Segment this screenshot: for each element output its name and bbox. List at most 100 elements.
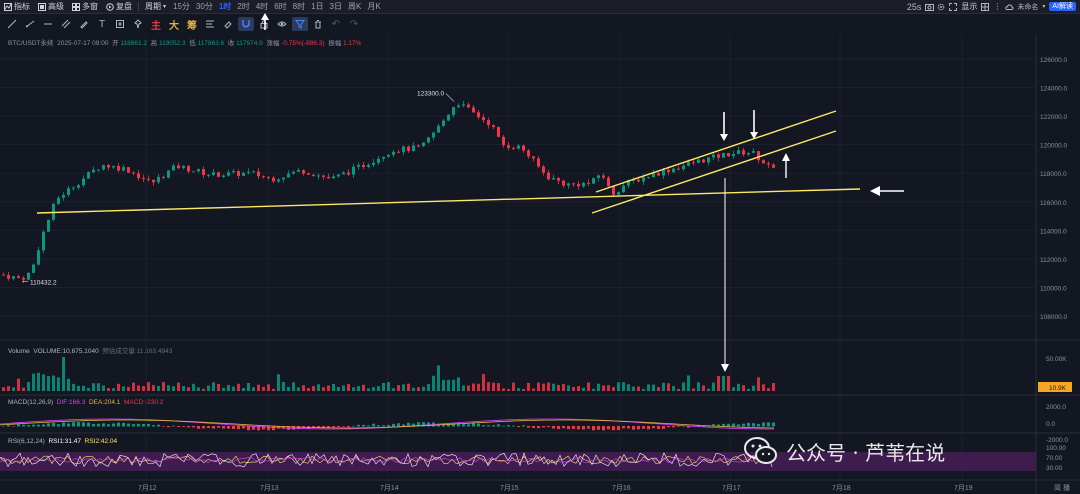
macd-histogram-bar bbox=[227, 426, 230, 429]
macd-histogram-bar bbox=[187, 426, 190, 428]
macd-histogram-bar bbox=[207, 426, 210, 428]
volume-bar bbox=[317, 384, 320, 391]
macd-histogram-bar bbox=[487, 425, 490, 427]
macd-histogram-bar bbox=[732, 423, 735, 427]
candle-body bbox=[667, 169, 670, 173]
volume-bar bbox=[767, 388, 770, 391]
candle-body bbox=[717, 154, 720, 158]
volume-bar bbox=[287, 386, 290, 391]
chart-canvas[interactable]: 126000.0 124000.0 122000.0 120000.0 118000.0… bbox=[0, 0, 1080, 494]
candle-body bbox=[347, 172, 350, 175]
macd-label: MACD(12,26,9) bbox=[8, 399, 54, 406]
macd-histogram-bar bbox=[27, 425, 30, 427]
volume-bar bbox=[302, 385, 305, 391]
candle-body bbox=[722, 152, 725, 158]
volume-bar bbox=[547, 382, 550, 391]
macd-histogram-bar bbox=[677, 426, 680, 427]
macd-histogram-bar bbox=[37, 424, 40, 427]
candle-body bbox=[247, 171, 250, 173]
candle-body bbox=[177, 165, 180, 169]
main-legend: BTC/USDT永续 2025-07-17 09:00 开 118861.2 高… bbox=[8, 37, 361, 47]
candle-body bbox=[22, 277, 25, 280]
candle-body bbox=[132, 172, 135, 174]
candle-body bbox=[607, 177, 610, 187]
volume-bar bbox=[247, 382, 250, 391]
support-trendline bbox=[36, 188, 861, 214]
volume-bar bbox=[202, 388, 205, 391]
macd-histogram-bar bbox=[517, 426, 520, 428]
candle-body bbox=[142, 178, 145, 180]
macd-histogram-bar bbox=[142, 424, 145, 427]
candle-body bbox=[502, 136, 505, 146]
volume-bar bbox=[637, 386, 640, 391]
macd-histogram-bar bbox=[97, 423, 100, 427]
macd-histogram-bar bbox=[2, 425, 5, 427]
macd-histogram-bar bbox=[122, 422, 125, 427]
macd-histogram-bar bbox=[587, 426, 590, 429]
candle-body bbox=[497, 126, 500, 137]
volume-bar bbox=[282, 382, 285, 391]
macd-histogram-bar bbox=[92, 423, 95, 427]
volume-bar bbox=[127, 386, 130, 391]
volume-bar bbox=[82, 385, 85, 391]
macd-histogram-bar bbox=[557, 426, 560, 430]
volume-bar bbox=[132, 382, 135, 391]
macd-histogram-bar bbox=[562, 426, 565, 429]
candle-body bbox=[222, 175, 225, 177]
candle-body bbox=[172, 165, 175, 171]
price-tick-label: 112000.0 bbox=[1040, 257, 1067, 264]
candle-body bbox=[37, 250, 40, 265]
volume-bar bbox=[592, 388, 595, 391]
volume-axis-label: 50.00K bbox=[1046, 356, 1067, 363]
macd-histogram-bar bbox=[737, 424, 740, 427]
candle-body bbox=[652, 173, 655, 178]
legend-amplitude-label: 振幅 bbox=[328, 40, 342, 47]
macd-histogram-bar bbox=[372, 423, 375, 427]
macd-histogram-bar bbox=[632, 426, 635, 430]
macd-histogram-bar bbox=[107, 424, 110, 427]
macd-histogram-bar bbox=[757, 423, 760, 427]
candle-body bbox=[342, 172, 345, 175]
volume-value: VOLUME:10,875.1040 bbox=[33, 348, 99, 355]
volume-bar bbox=[682, 382, 685, 391]
volume-bar bbox=[72, 383, 75, 391]
macd-histogram-bar bbox=[342, 426, 345, 427]
candle-body bbox=[57, 197, 60, 204]
watermark-text: 公众号 · 芦苇在说 bbox=[786, 440, 946, 465]
candle-body bbox=[317, 175, 320, 177]
volume-bar bbox=[687, 375, 690, 391]
volume-bar bbox=[22, 387, 25, 391]
volume-bar bbox=[532, 388, 535, 391]
macd-histogram-bar bbox=[82, 422, 85, 427]
candle-body bbox=[587, 182, 590, 184]
candle-body bbox=[682, 165, 685, 170]
candle-body bbox=[257, 171, 260, 177]
candle-body bbox=[427, 137, 430, 143]
macd-histogram-bar bbox=[742, 423, 745, 427]
volume-bar bbox=[42, 374, 45, 391]
macd-histogram-bar bbox=[232, 426, 235, 430]
macd-histogram-bar bbox=[662, 426, 665, 429]
volume-bar bbox=[627, 384, 630, 391]
macd-histogram-bar bbox=[242, 426, 245, 429]
volume-bar bbox=[747, 388, 750, 391]
candle-body bbox=[762, 160, 765, 164]
volume-bar bbox=[97, 383, 100, 391]
volume-bar bbox=[107, 388, 110, 391]
candle-body bbox=[12, 276, 15, 279]
volume-bar bbox=[622, 382, 625, 391]
candle-body bbox=[282, 177, 285, 180]
volume-bar bbox=[257, 384, 260, 391]
macd-histogram-bar bbox=[352, 425, 355, 427]
candle-body bbox=[637, 179, 640, 182]
candle-body bbox=[642, 177, 645, 182]
candle-body bbox=[202, 169, 205, 175]
candle-body bbox=[312, 174, 315, 177]
volume-bar bbox=[362, 384, 365, 391]
candle-body bbox=[542, 166, 545, 173]
volume-bar bbox=[292, 382, 295, 391]
macd-histogram-bar bbox=[192, 426, 195, 428]
macd-histogram-bar bbox=[127, 423, 130, 427]
arrow-up-head bbox=[782, 153, 790, 161]
price-tick-label: 108000.0 bbox=[1040, 314, 1067, 321]
